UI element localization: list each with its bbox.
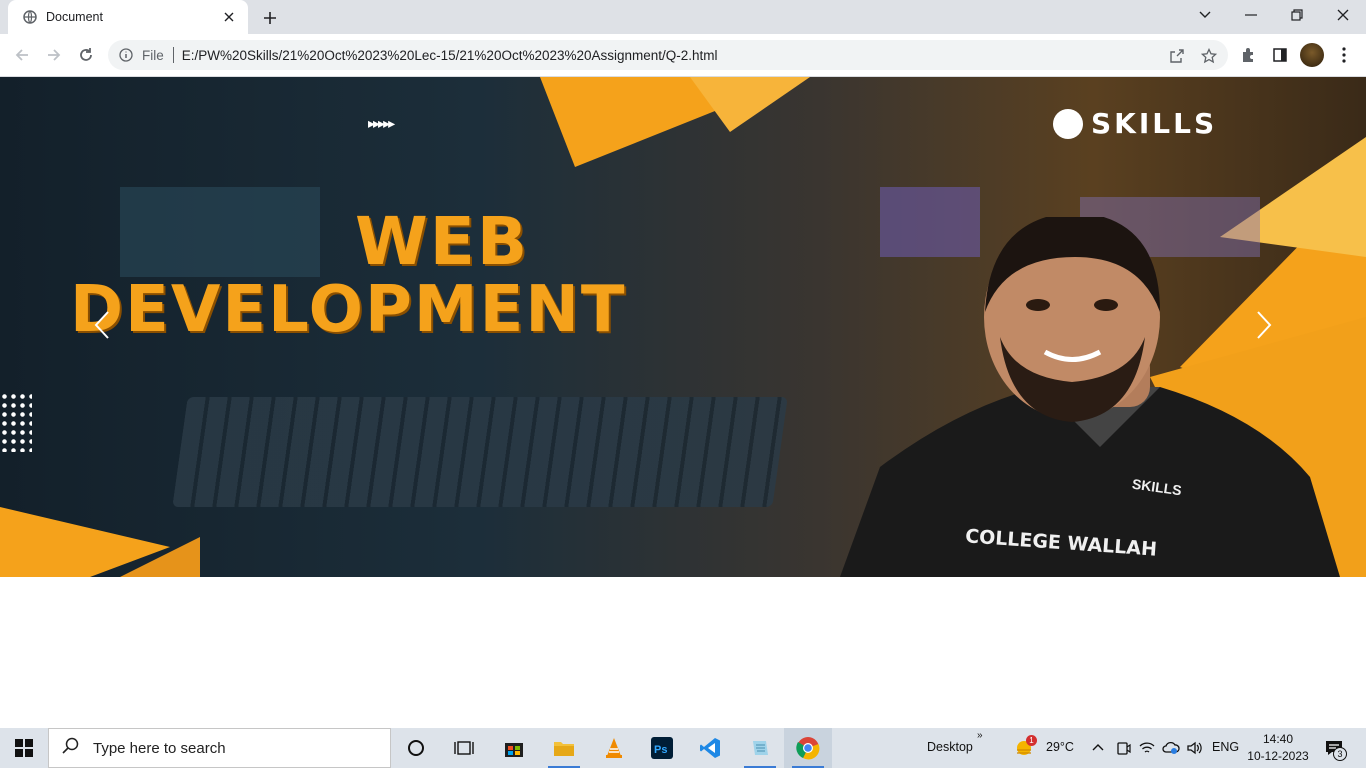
back-arrow-icon[interactable] — [8, 41, 36, 69]
desktop-toolbar-label[interactable]: Desktop — [927, 740, 973, 754]
chevron-left-icon — [93, 310, 111, 345]
vscode-icon[interactable] — [686, 728, 734, 768]
carousel-prev-button[interactable] — [82, 307, 122, 347]
new-tab-button[interactable] — [258, 6, 282, 30]
laptop-keyboard-graphic — [172, 397, 788, 507]
restore-icon[interactable] — [1274, 0, 1320, 30]
chrome-icon[interactable] — [784, 728, 832, 768]
minimize-icon[interactable] — [1228, 0, 1274, 30]
browser-tab[interactable]: Document — [8, 0, 248, 34]
share-icon[interactable] — [1166, 45, 1188, 67]
weather-alert-badge: 1 — [1026, 735, 1037, 746]
cortana-icon[interactable] — [392, 728, 440, 768]
side-panel-icon[interactable] — [1268, 43, 1292, 67]
chevron-up-icon[interactable] — [1091, 740, 1105, 759]
volume-icon[interactable] — [1186, 740, 1204, 761]
address-bar[interactable]: File E:/PW%20Skills/21%20Oct%2023%20Lec-… — [108, 40, 1228, 70]
url-text[interactable]: E:/PW%20Skills/21%20Oct%2023%20Lec-15/21… — [182, 48, 718, 63]
arrow-pattern-graphic: ▸▸▸▸▸ — [368, 115, 395, 131]
close-tab-icon[interactable] — [220, 8, 238, 26]
taskbar-search-input[interactable]: Type here to search — [48, 728, 391, 768]
store-icon[interactable] — [490, 728, 538, 768]
task-view-icon[interactable] — [440, 728, 488, 768]
profile-avatar-icon[interactable] — [1300, 43, 1324, 67]
dot-pattern-graphic — [0, 392, 32, 452]
tab-strip: Document — [0, 0, 1366, 34]
scheme-label: File — [142, 47, 164, 63]
svg-text:Ps: Ps — [654, 744, 667, 756]
double-chevron-icon[interactable]: » — [977, 730, 983, 741]
tab-search-icon[interactable] — [1182, 0, 1228, 30]
notification-count-badge: 3 — [1333, 747, 1347, 761]
extensions-puzzle-icon[interactable] — [1236, 43, 1260, 67]
chevron-right-icon — [1255, 310, 1273, 345]
divider — [172, 47, 174, 63]
clock[interactable]: 14:40 10-12-2023 — [1246, 731, 1310, 765]
hero-carousel: ▸▸▸▸▸ SKILLS WEB DEVELOPMENT SKILLS COLL… — [0, 77, 1366, 577]
browser-toolbar: File E:/PW%20Skills/21%20Oct%2023%20Lec-… — [0, 34, 1366, 77]
skills-brand-logo: SKILLS — [1053, 107, 1217, 140]
tab-title: Document — [46, 10, 103, 24]
photoshop-icon[interactable]: Ps — [638, 728, 686, 768]
vlc-icon[interactable] — [590, 728, 638, 768]
file-explorer-icon[interactable] — [540, 728, 588, 768]
notepad-icon[interactable] — [736, 728, 784, 768]
reload-icon[interactable] — [72, 41, 100, 69]
meet-now-icon[interactable] — [1115, 740, 1131, 761]
windows-taskbar: Type here to search Ps Desktop » 1 29°C — [0, 728, 1366, 768]
headline-development: DEVELOPMENT — [70, 273, 627, 347]
forward-arrow-icon[interactable] — [40, 41, 68, 69]
start-windows-icon[interactable] — [0, 728, 48, 768]
onedrive-sync-icon[interactable] — [1162, 740, 1180, 761]
weather-temperature[interactable]: 29°C — [1046, 740, 1074, 754]
clock-date: 10-12-2023 — [1247, 749, 1309, 763]
info-icon[interactable] — [118, 47, 134, 63]
close-window-icon[interactable] — [1320, 0, 1366, 30]
presenter-photo — [840, 217, 1340, 577]
clock-time: 14:40 — [1262, 732, 1294, 746]
carousel-next-button[interactable] — [1244, 307, 1284, 347]
wifi-icon[interactable] — [1139, 740, 1155, 761]
kebab-menu-icon[interactable] — [1332, 43, 1356, 67]
search-icon — [61, 737, 79, 760]
headline-web: WEB — [355, 203, 530, 280]
search-placeholder: Type here to search — [93, 739, 226, 757]
language-indicator[interactable]: ENG — [1212, 740, 1239, 754]
globe-icon — [22, 9, 38, 25]
bookmark-star-icon[interactable] — [1198, 45, 1220, 67]
globe-logo-icon — [1053, 108, 1083, 139]
